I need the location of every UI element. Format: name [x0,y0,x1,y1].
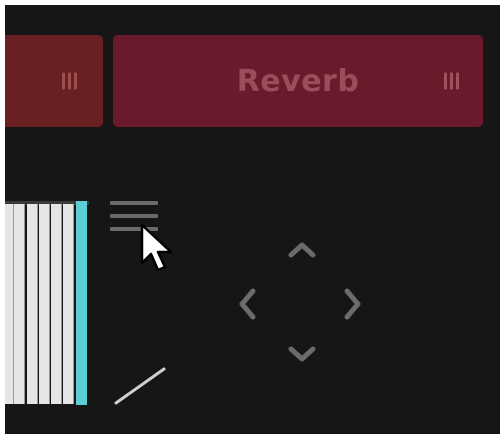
diagonal-line-icon[interactable] [112,363,172,408]
directional-arrows-icon[interactable] [235,235,365,375]
app-canvas: Reverb [5,5,500,434]
mouse-pointer-icon [138,223,178,278]
chevron-right-icon[interactable] [341,287,365,321]
fx-slot-previous[interactable] [5,35,103,127]
fx-slot-reverb[interactable]: Reverb [113,35,483,127]
keyboard-strip[interactable] [5,201,89,406]
chevron-up-icon[interactable] [287,239,317,259]
grip-handle-icon[interactable] [444,72,459,90]
piano-key[interactable] [5,204,14,404]
piano-key-highlighted[interactable] [76,201,87,405]
piano-key[interactable] [39,204,50,404]
chevron-left-icon[interactable] [235,287,259,321]
fx-slot-label: Reverb [236,63,360,99]
fx-slot-label [5,35,103,127]
piano-key[interactable] [63,204,74,404]
piano-key[interactable] [14,204,25,404]
piano-key[interactable] [27,204,38,404]
piano-key[interactable] [51,204,62,404]
grip-handle-icon[interactable] [62,72,77,90]
chevron-down-icon[interactable] [287,345,317,365]
